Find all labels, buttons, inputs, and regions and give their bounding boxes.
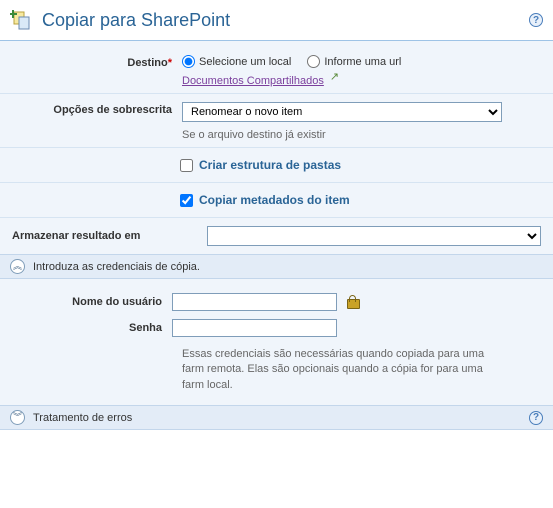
copy-metadata-label: Copiar metadados do item	[199, 193, 350, 207]
chevron-down-icon: ︾	[13, 413, 22, 422]
dialog-content: Destino* Selecione um local Informe uma …	[0, 40, 553, 430]
radio-select-location-label: Selecione um local	[199, 56, 291, 68]
folder-structure-section: Criar estrutura de pastas	[0, 147, 553, 182]
copy-metadata-checkbox[interactable]	[180, 194, 193, 207]
overwrite-label: Opções de sobrescrita	[12, 102, 182, 141]
create-folder-structure-checkbox[interactable]	[180, 159, 193, 172]
radio-enter-url-label: Informe uma url	[324, 56, 401, 68]
destination-label: Destino*	[12, 55, 182, 87]
shared-documents-link[interactable]: Documentos Compartilhados	[182, 75, 324, 87]
lock-icon	[347, 295, 359, 309]
external-link-icon	[330, 74, 340, 84]
chevron-up-icon: ︽	[13, 262, 22, 271]
store-result-section: Armazenar resultado em	[0, 217, 553, 254]
password-label: Senha	[12, 322, 172, 334]
overwrite-hint: Se o arquivo destino já existir	[182, 126, 326, 141]
destination-section: Destino* Selecione um local Informe uma …	[0, 41, 553, 93]
credentials-hint: Essas credenciais são necessárias quando…	[12, 341, 541, 393]
error-help-icon[interactable]: ?	[529, 411, 543, 425]
create-folder-structure-label: Criar estrutura de pastas	[199, 158, 341, 172]
store-result-select[interactable]	[207, 226, 541, 246]
copy-sharepoint-icon	[10, 8, 34, 32]
credentials-title: Introduza as credenciais de cópia.	[33, 261, 200, 273]
help-icon[interactable]: ?	[529, 13, 543, 27]
password-input[interactable]	[172, 319, 337, 337]
title-bar: Copiar para SharePoint ?	[0, 0, 553, 40]
credentials-toggle-button[interactable]: ︽	[10, 259, 25, 274]
error-toggle-button[interactable]: ︾	[10, 410, 25, 425]
radio-enter-url[interactable]	[307, 55, 320, 68]
error-handling-title: Tratamento de erros	[33, 412, 132, 424]
error-handling-header: ︾ Tratamento de erros ?	[0, 405, 553, 430]
username-label: Nome do usuário	[12, 296, 172, 308]
store-result-label: Armazenar resultado em	[12, 230, 207, 242]
overwrite-options-select[interactable]: Renomear o novo item	[182, 102, 502, 122]
copy-metadata-section: Copiar metadados do item	[0, 182, 553, 217]
dialog-title: Copiar para SharePoint	[42, 10, 230, 31]
credentials-body: Nome do usuário Senha Essas credenciais …	[0, 279, 553, 405]
radio-select-location[interactable]	[182, 55, 195, 68]
username-input[interactable]	[172, 293, 337, 311]
destination-select-location-radio[interactable]: Selecione um local	[182, 55, 291, 68]
credentials-header: ︽ Introduza as credenciais de cópia.	[0, 254, 553, 279]
copy-to-sharepoint-dialog: Copiar para SharePoint ? Destino* Seleci…	[0, 0, 553, 430]
destination-enter-url-radio[interactable]: Informe uma url	[307, 55, 401, 68]
overwrite-section: Opções de sobrescrita Renomear o novo it…	[0, 93, 553, 147]
